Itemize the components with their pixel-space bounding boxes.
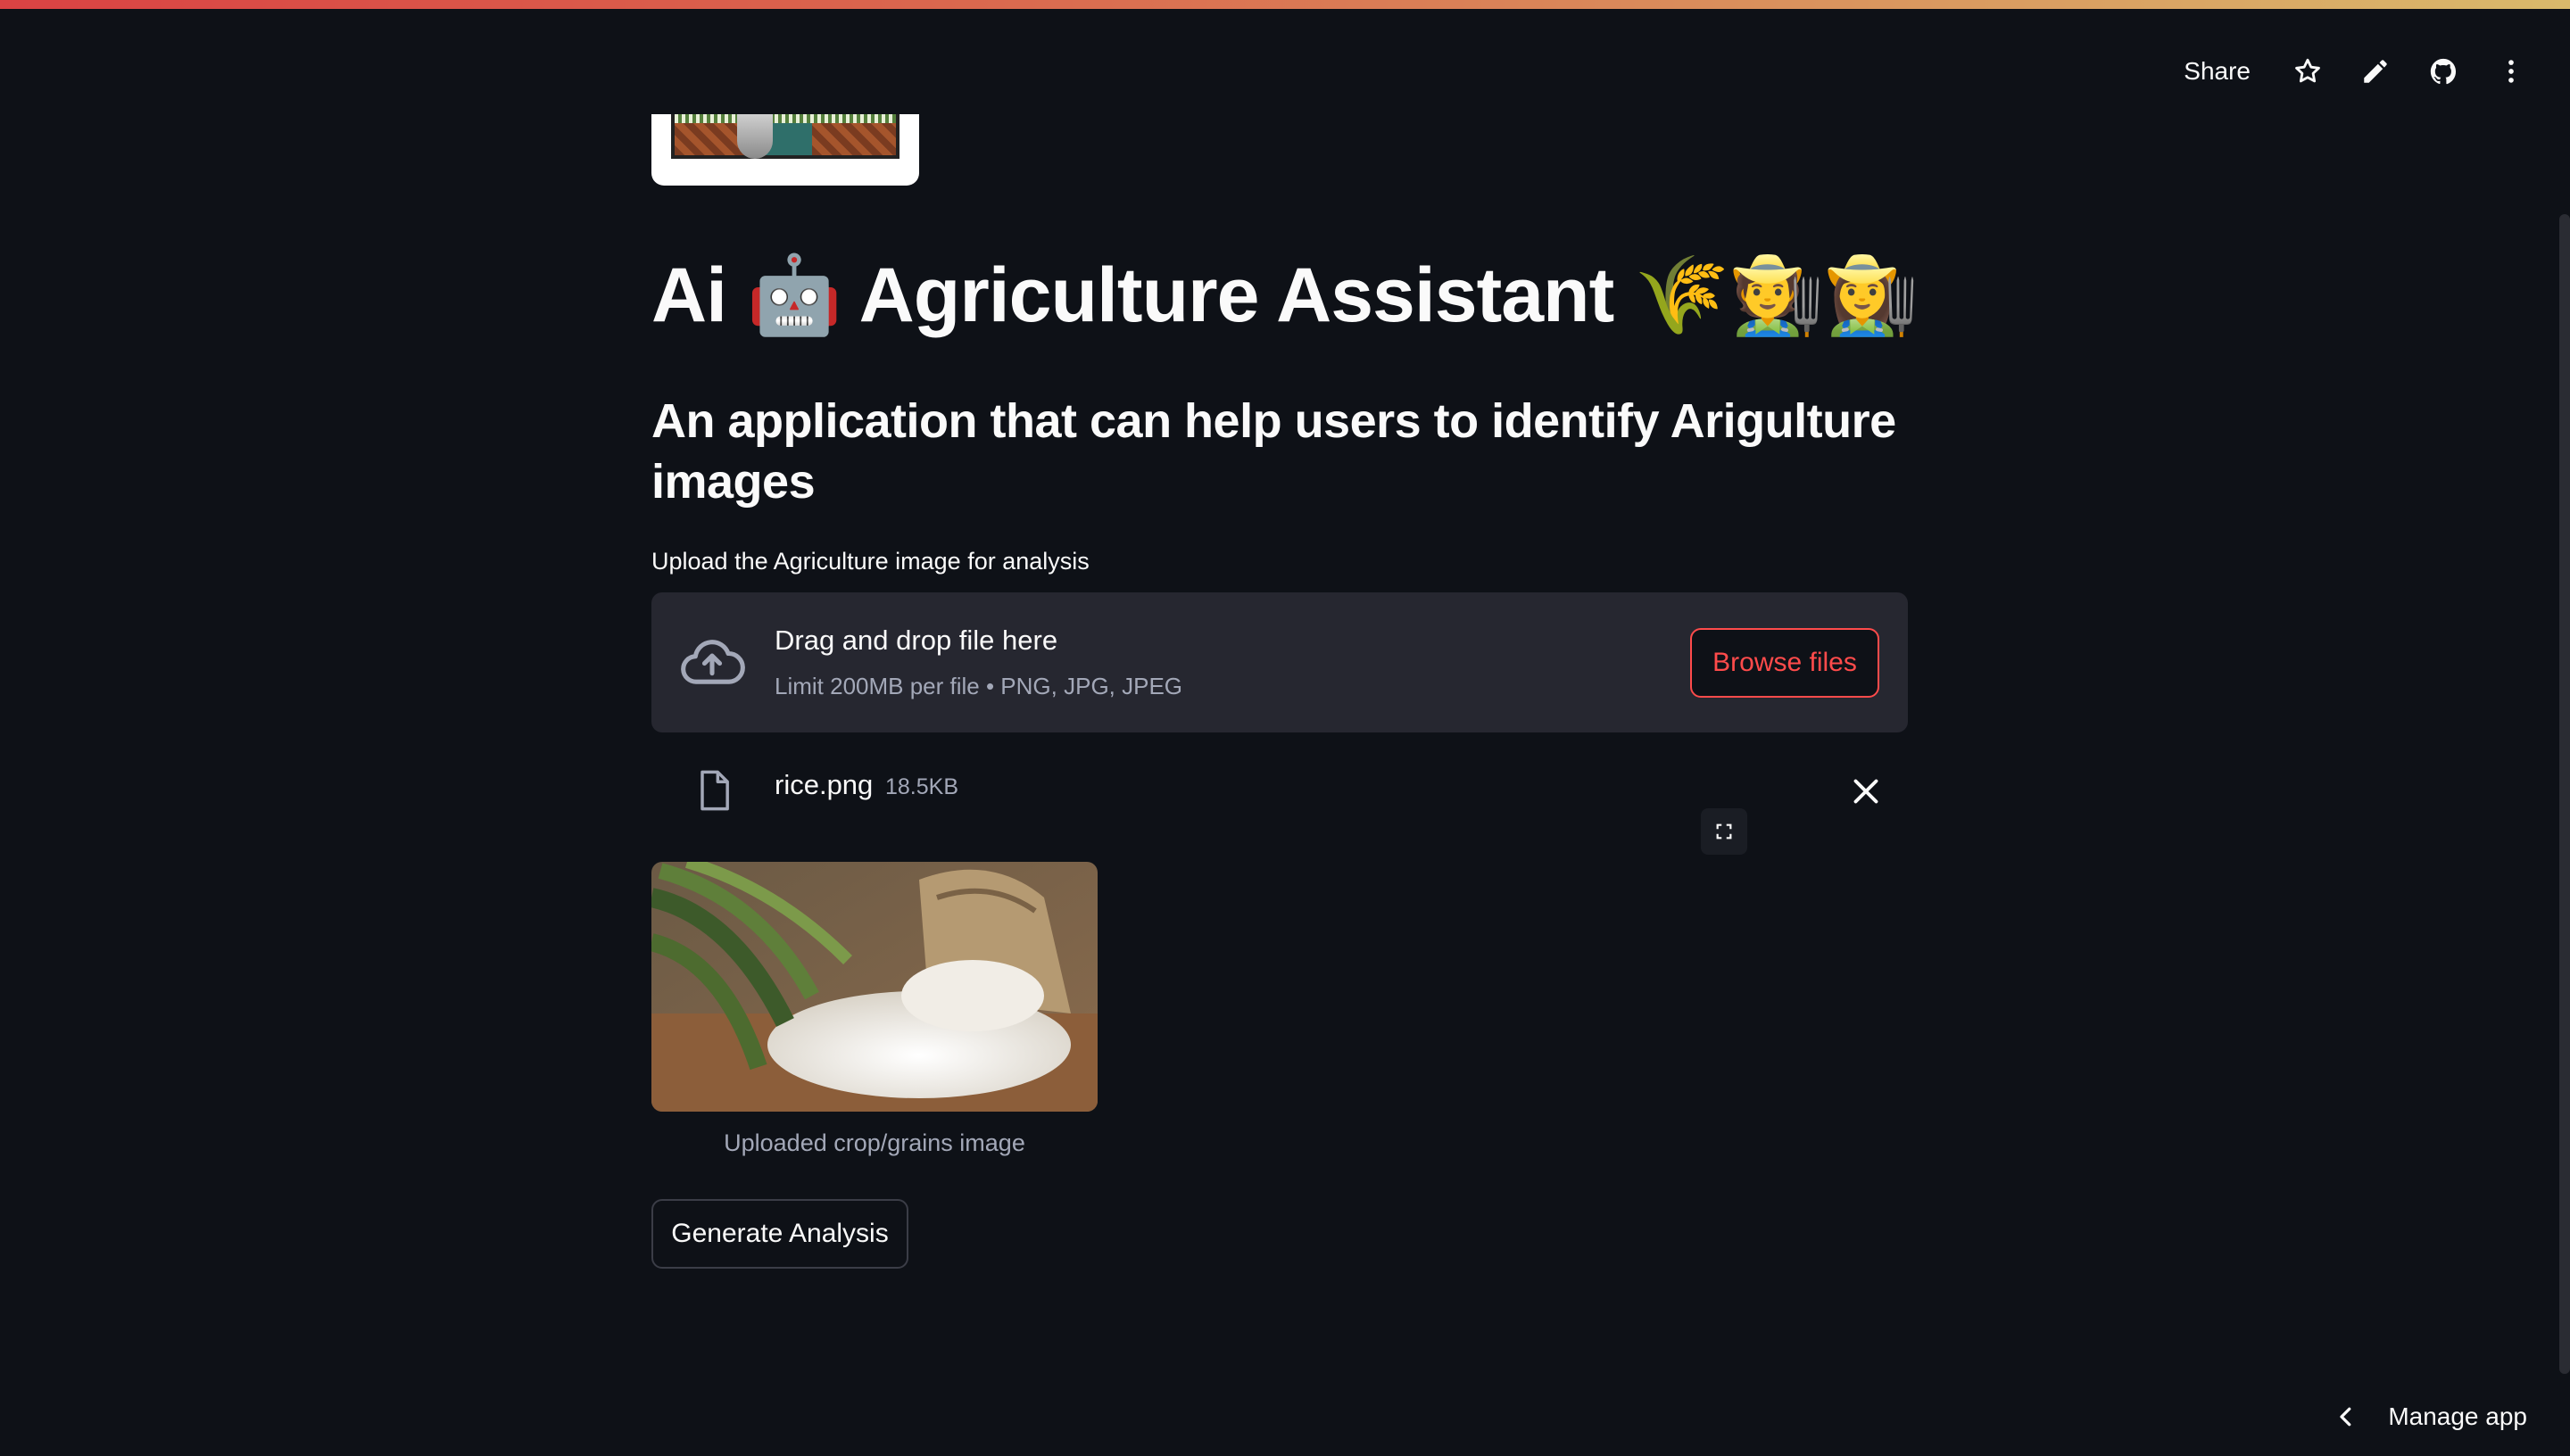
manage-app-label: Manage app — [2388, 1402, 2527, 1430]
expand-icon — [1716, 823, 1732, 840]
remove-file-icon[interactable] — [1845, 771, 1886, 812]
share-button[interactable]: Share — [2171, 48, 2263, 95]
page-title: Ai 🤖 Agriculture Assistant 🌾🧑‍🌾👩‍🌾 — [651, 252, 1919, 338]
uploaded-rice-image — [651, 862, 1098, 1112]
uploader-label: Upload the Agriculture image for analysi… — [651, 548, 1090, 575]
manage-app-button[interactable]: Manage app — [2333, 1402, 2527, 1431]
file-dropzone[interactable]: Drag and drop file here Limit 200MB per … — [651, 592, 1908, 732]
github-icon[interactable] — [2420, 48, 2466, 95]
pencil-icon[interactable] — [2352, 48, 2399, 95]
browse-files-button[interactable]: Browse files — [1690, 628, 1879, 698]
kebab-menu-icon[interactable] — [2488, 48, 2534, 95]
app-header: Share — [2171, 36, 2534, 107]
file-size: 18.5KB — [885, 774, 959, 799]
page-subtitle: An application that can help users to id… — [651, 394, 1896, 509]
dropzone-title: Drag and drop file here — [775, 625, 1058, 656]
dropzone-limit-text: Limit 200MB per file • PNG, JPG, JPEG — [775, 673, 1183, 699]
chevron-left-icon — [2340, 1407, 2351, 1427]
image-caption: Uploaded crop/grains image — [724, 1129, 1025, 1156]
generate-analysis-button[interactable]: Generate Analysis — [651, 1199, 908, 1269]
page-scrollbar[interactable] — [2559, 214, 2570, 1374]
fullscreen-button[interactable] — [1701, 808, 1747, 855]
star-icon[interactable] — [2284, 48, 2331, 95]
file-icon — [701, 770, 729, 811]
shovel-icon — [737, 114, 773, 159]
cloud-upload-icon — [681, 640, 745, 684]
top-decoration-bar — [0, 0, 2570, 9]
app-logo-image — [651, 114, 919, 186]
file-name: rice.png — [775, 769, 874, 800]
